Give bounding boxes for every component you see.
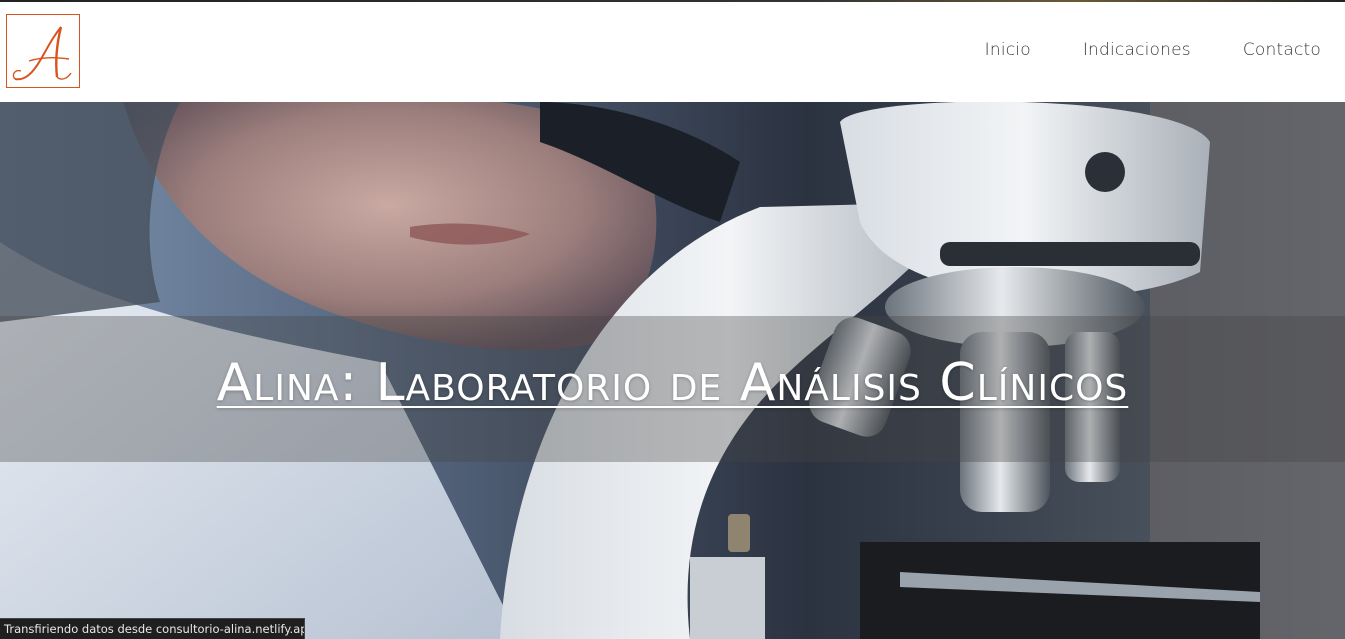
browser-status-bar: Transfiriendo datos desde consultorio-al… (0, 618, 305, 639)
site-logo[interactable] (6, 14, 80, 88)
page: Inicio Indicaciones Contacto Alina: Labo… (0, 0, 1345, 639)
main-nav: Inicio Indicaciones Contacto (985, 40, 1321, 60)
hero-title[interactable]: Alina: Laboratorio de Análisis Clínicos (0, 354, 1345, 412)
logo-monogram-icon (12, 26, 72, 81)
nav-inicio[interactable]: Inicio (985, 40, 1031, 60)
site-header: Inicio Indicaciones Contacto (0, 2, 1345, 102)
nav-indicaciones[interactable]: Indicaciones (1083, 40, 1191, 60)
hero-section: Alina: Laboratorio de Análisis Clínicos (0, 102, 1345, 639)
nav-contacto[interactable]: Contacto (1243, 40, 1321, 60)
